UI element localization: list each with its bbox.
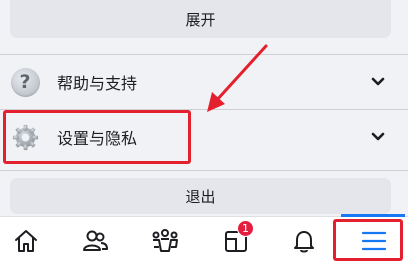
- tab-home[interactable]: [10, 225, 42, 257]
- logout-button-label: 退出: [185, 187, 216, 206]
- notification-badge: 1: [237, 220, 254, 237]
- menu-item-label: 帮助与支持: [57, 74, 138, 93]
- expand-button[interactable]: 展开: [10, 0, 391, 38]
- bell-icon: [294, 231, 314, 253]
- friends-icon: [83, 230, 108, 251]
- help-icon: ?: [10, 67, 40, 97]
- menu-tab-highlight-box: [333, 219, 403, 261]
- logout-button[interactable]: 退出: [10, 178, 391, 214]
- chevron-down-icon: [371, 132, 385, 141]
- divider: [0, 170, 408, 171]
- tab-groups[interactable]: [149, 225, 181, 257]
- home-icon: [15, 230, 37, 252]
- expand-button-label: 展开: [185, 10, 216, 29]
- tab-notifications[interactable]: [288, 225, 320, 257]
- tab-friends[interactable]: [79, 225, 111, 257]
- active-tab-indicator: [341, 214, 405, 217]
- chevron-down-icon: [371, 77, 385, 86]
- settings-highlight-box: [3, 110, 191, 164]
- groups-icon: [152, 229, 178, 252]
- menu-item-help-support[interactable]: ? 帮助与支持: [0, 55, 408, 109]
